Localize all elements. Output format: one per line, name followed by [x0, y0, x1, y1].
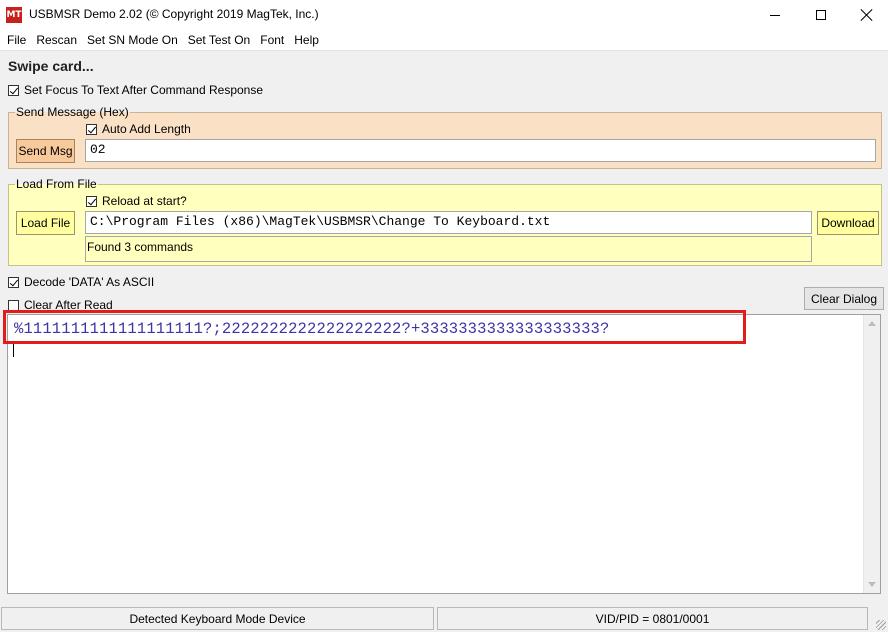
send-msg-button[interactable]: Send Msg [16, 139, 75, 163]
send-message-legend: Send Message (Hex) [15, 105, 130, 119]
resize-grip-icon[interactable] [876, 620, 886, 630]
menu-help[interactable]: Help [289, 30, 324, 50]
text-caret [13, 343, 14, 357]
set-focus-checkbox[interactable] [8, 84, 19, 96]
magtek-logo-icon: MT [6, 7, 22, 23]
load-file-button[interactable]: Load File [16, 211, 75, 235]
reload-at-start-label: Reload at start? [102, 194, 187, 208]
maximize-icon [816, 10, 826, 20]
window-title: USBMSR Demo 2.02 (© Copyright 2019 MagTe… [29, 7, 319, 21]
file-path-input[interactable]: C:\Program Files (x86)\MagTek\USBMSR\Cha… [85, 211, 812, 234]
set-focus-label: Set Focus To Text After Command Response [24, 83, 264, 97]
clear-dialog-button[interactable]: Clear Dialog [804, 287, 884, 310]
clear-after-read-checkbox[interactable] [8, 299, 19, 311]
load-from-file-group: Load From File Reload at start? Load Fil… [8, 177, 882, 266]
auto-add-length-row[interactable]: Auto Add Length [86, 122, 191, 136]
scroll-up-arrow-icon[interactable] [868, 321, 876, 326]
decode-ascii-label: Decode 'DATA' As ASCII [24, 275, 155, 289]
close-button[interactable] [844, 0, 888, 30]
menu-file[interactable]: File [2, 30, 31, 50]
card-data-text: %1111111111111111111?;222222222222222222… [14, 320, 610, 338]
scroll-down-arrow-icon[interactable] [868, 582, 876, 587]
menu-set-test[interactable]: Set Test On [183, 30, 255, 50]
send-message-group: Send Message (Hex) Auto Add Length Send … [8, 105, 882, 169]
decode-ascii-row[interactable]: Decode 'DATA' As ASCII [8, 275, 154, 289]
menu-divider [0, 50, 888, 51]
clear-after-read-label: Clear After Read [24, 298, 113, 312]
load-from-file-legend: Load From File [15, 177, 98, 191]
close-icon [861, 9, 873, 21]
vertical-scrollbar[interactable] [863, 315, 880, 593]
minimize-button[interactable] [752, 0, 798, 30]
maximize-button[interactable] [798, 0, 844, 30]
menu-font[interactable]: Font [255, 30, 289, 50]
output-textarea[interactable]: %1111111111111111111?;222222222222222222… [7, 314, 881, 594]
swipe-status-label: Swipe card... [8, 58, 94, 74]
download-button[interactable]: Download [817, 211, 879, 235]
reload-at-start-checkbox[interactable] [86, 195, 97, 207]
reload-at-start-row[interactable]: Reload at start? [86, 194, 187, 208]
send-message-input[interactable]: 02 [85, 139, 876, 162]
clear-after-read-row[interactable]: Clear After Read [8, 298, 113, 312]
title-bar: MT USBMSR Demo 2.02 (© Copyright 2019 Ma… [0, 0, 888, 30]
auto-add-length-label: Auto Add Length [102, 122, 191, 136]
found-commands-field: Found 3 commands [85, 236, 812, 262]
minimize-icon [770, 14, 780, 16]
menu-set-sn-mode[interactable]: Set SN Mode On [82, 30, 183, 50]
decode-ascii-checkbox[interactable] [8, 276, 19, 288]
menu-bar: File Rescan Set SN Mode On Set Test On F… [0, 30, 888, 50]
status-bar: Detected Keyboard Mode Device VID/PID = … [0, 605, 888, 632]
set-focus-checkbox-row[interactable]: Set Focus To Text After Command Response [8, 83, 263, 97]
status-device-pane: Detected Keyboard Mode Device [1, 607, 434, 630]
status-vidpid-pane: VID/PID = 0801/0001 [437, 607, 868, 630]
auto-add-length-checkbox[interactable] [86, 123, 97, 135]
menu-rescan[interactable]: Rescan [31, 30, 82, 50]
